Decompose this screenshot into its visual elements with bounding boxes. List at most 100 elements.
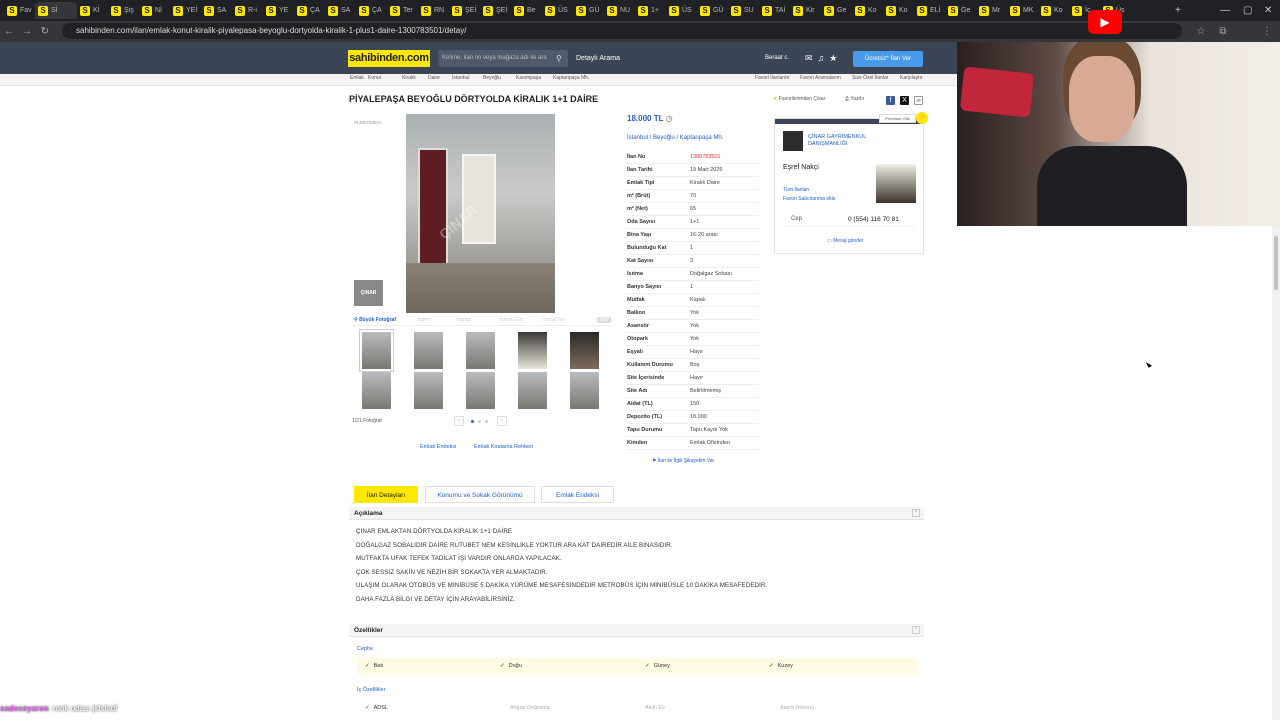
bookmark-star-icon[interactable]: ☆	[1192, 26, 1210, 37]
maximize-icon[interactable]: ▢	[1243, 0, 1252, 21]
breadcrumb-item[interactable]: Kiralık	[402, 75, 416, 81]
browser-tab[interactable]: S Ge	[821, 2, 852, 19]
pager-dot[interactable]	[471, 420, 474, 423]
browser-tab[interactable]: S Ge	[945, 2, 976, 19]
video-tool[interactable]: Video	[417, 317, 430, 323]
favorite-remove-link[interactable]: ★ Favorilerimden Çıkar	[773, 96, 825, 102]
breadcrumb-item[interactable]: Daire	[428, 75, 440, 81]
browser-tab[interactable]: S Ko	[1038, 2, 1069, 19]
breadcrumb-item[interactable]: İstanbul	[452, 75, 470, 81]
pager-dot[interactable]	[478, 420, 481, 423]
browser-tab[interactable]: S R-i	[232, 2, 263, 19]
browser-tab[interactable]: S YE	[263, 2, 294, 19]
description-header[interactable]: Açıklama ⌃	[349, 507, 924, 520]
features-header[interactable]: Özellikler ⌃	[349, 624, 924, 637]
store-name[interactable]: ÇINAR GAYRİMENKUL DANIŞMANLIĞI	[808, 134, 888, 148]
browser-tab[interactable]: S RN	[418, 2, 449, 19]
header-quick-link[interactable]: Size Özel İlanlar	[852, 75, 888, 81]
browser-tab[interactable]: S Kir	[790, 2, 821, 19]
rental-guide-link[interactable]: Emlak Kiralama Rehberi	[474, 444, 533, 450]
browser-tab[interactable]: S Şiş	[108, 2, 139, 19]
advanced-search-link[interactable]: Detaylı Arama	[576, 50, 620, 67]
menu-dots-icon[interactable]: ⋮	[1258, 26, 1276, 37]
browser-tab[interactable]: S Mr	[976, 2, 1007, 19]
search-input[interactable]: Kelime, ilan no veya mağaza adı ile ara	[438, 50, 568, 67]
collapse-icon[interactable]: ⌃	[912, 626, 920, 634]
browser-tab[interactable]: S ÇA	[294, 2, 325, 19]
post-ad-button[interactable]: Ücretsiz* İlan Ver	[853, 51, 923, 67]
browser-tab[interactable]: S Ko	[852, 2, 883, 19]
browser-tab[interactable]: S Ko	[883, 2, 914, 19]
browser-tab[interactable]: S SA	[325, 2, 356, 19]
thumbnail[interactable]	[414, 332, 443, 369]
thumbnail[interactable]	[362, 372, 391, 409]
browser-tab[interactable]: S ÜS	[666, 2, 697, 19]
browser-tab[interactable]: S ELİ	[914, 2, 945, 19]
site-logo[interactable]: sahibinden.com	[348, 50, 430, 67]
new-tab-button[interactable]: +	[1175, 0, 1181, 21]
browser-tab[interactable]: S GÜ	[573, 2, 604, 19]
browser-tab[interactable]: S 1+	[635, 2, 666, 19]
photo-next-button[interactable]: ›	[497, 416, 507, 426]
breadcrumb-item[interactable]: Konut	[368, 75, 381, 81]
browser-tab[interactable]: S MK	[1007, 2, 1038, 19]
browser-tab[interactable]: S Ter	[387, 2, 418, 19]
virtual-tour-tool[interactable]: Sanal Tur	[543, 317, 564, 323]
browser-tab[interactable]: S Fav	[4, 2, 35, 19]
breadcrumb-item[interactable]: Emlak	[350, 75, 364, 81]
send-message-link[interactable]: ▭ Mesaj gönder	[827, 238, 863, 244]
browser-tab[interactable]: S Sİ	[35, 2, 77, 19]
big-photo-link[interactable]: ⚲ Büyük Fotoğraf	[354, 317, 396, 323]
price-history-icon[interactable]: ◷	[666, 114, 673, 123]
url-field[interactable]: sahibinden.com/ilan/emlak-konut-kiralik-…	[62, 23, 1182, 39]
collapse-icon[interactable]: ⌃	[912, 509, 920, 517]
browser-tab[interactable]: S Kİ	[77, 2, 108, 19]
phone-number[interactable]: 0 (554) 116 70 81	[848, 216, 899, 223]
search-icon[interactable]: ⚲	[556, 50, 562, 67]
store-thumbnail-logo[interactable]: ÇINAR	[354, 280, 383, 306]
location-district[interactable]: Beyoğlu	[653, 135, 675, 141]
facebook-icon[interactable]: f	[886, 96, 895, 105]
back-icon[interactable]: ←	[0, 26, 18, 37]
browser-tab[interactable]: S GÜ	[697, 2, 728, 19]
store-logo[interactable]	[783, 131, 803, 151]
main-photo[interactable]: ÇINAR	[406, 114, 555, 313]
header-quick-link[interactable]: Favori İlanlarım	[755, 75, 789, 81]
browser-tab[interactable]: S ŞEİ	[449, 2, 480, 19]
breadcrumb-item[interactable]: Kaptanpaşa Mh.	[553, 75, 589, 81]
pager-dot[interactable]	[485, 420, 488, 423]
all-ads-link[interactable]: Tüm İlanları	[783, 187, 809, 193]
tab-emlak-endeksi[interactable]: Emlak Endeksi	[541, 486, 614, 503]
forward-icon[interactable]: →	[18, 26, 36, 37]
x-twitter-icon[interactable]: X	[900, 96, 909, 105]
browser-tab[interactable]: S NU	[604, 2, 635, 19]
tab-location[interactable]: Konumu ve Sokak Görünümü	[425, 486, 535, 503]
360-tool[interactable]: 360°	[597, 317, 612, 323]
complaint-link[interactable]: ⚑ İlan ile İlgili Şikayetim Var	[652, 458, 714, 464]
breadcrumb-item[interactable]: Beyoğlu	[483, 75, 501, 81]
location-neighborhood[interactable]: Kaptanpaşa Mh.	[680, 135, 724, 141]
breadcrumb-item[interactable]: Kasımpaşa	[516, 75, 541, 81]
scrollbar-thumb[interactable]	[1274, 236, 1278, 290]
page-scrollbar[interactable]	[1272, 226, 1280, 720]
street-view-tool[interactable]: Sokak Gör.	[499, 317, 524, 323]
browser-tab[interactable]: S TAİ	[759, 2, 790, 19]
header-icons[interactable]: ✉♫★	[805, 50, 842, 67]
map-tool[interactable]: Harita	[457, 317, 470, 323]
thumbnail[interactable]	[466, 372, 495, 409]
thumbnail[interactable]	[570, 372, 599, 409]
location-city[interactable]: İstanbul	[627, 135, 648, 141]
header-quick-link[interactable]: Karşılaştır	[900, 75, 923, 81]
header-quick-link[interactable]: Favori Aramalarım	[800, 75, 841, 81]
browser-tab[interactable]: S SU	[728, 2, 759, 19]
photo-prev-button[interactable]: ‹	[454, 416, 464, 426]
emlak-endeksi-link[interactable]: Emlak Endeksi	[420, 444, 456, 450]
tab-listing-details[interactable]: İlan Detayları	[354, 486, 418, 503]
close-window-icon[interactable]: ✕	[1264, 0, 1272, 21]
add-favorite-seller-link[interactable]: Favori Satıcılarıma ekle	[783, 196, 836, 202]
browser-tab[interactable]: S ÇA	[356, 2, 387, 19]
reload-icon[interactable]: ↻	[36, 26, 54, 37]
browser-tab[interactable]: S SA	[201, 2, 232, 19]
browser-tab[interactable]: S YEİ	[170, 2, 201, 19]
browser-tab[interactable]: S Be	[511, 2, 542, 19]
